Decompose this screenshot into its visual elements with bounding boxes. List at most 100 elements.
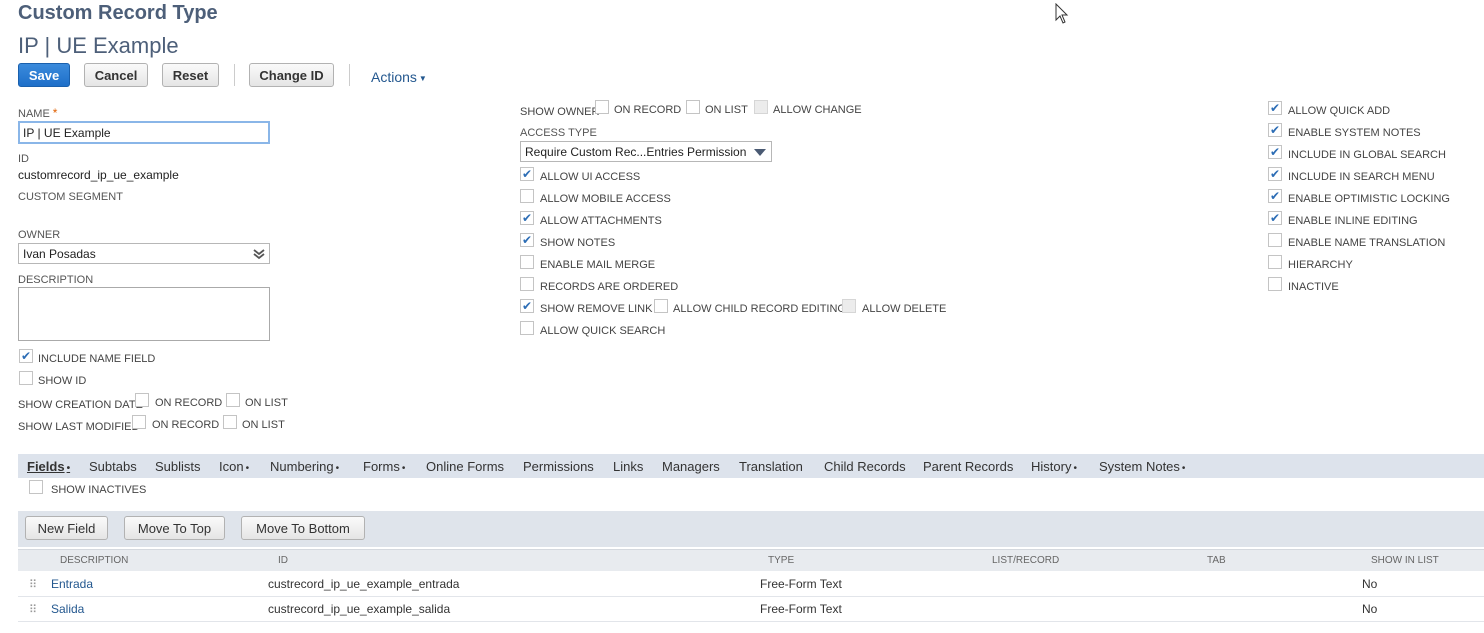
show-notes-label: SHOW NOTES	[540, 237, 616, 249]
allow-delete-checkbox[interactable]	[842, 299, 856, 313]
allow-ui-access-checkbox[interactable]: ✔	[520, 167, 534, 181]
sublist-toolbar	[18, 511, 1484, 547]
column-header-show-in-list[interactable]: SHOW IN LIST	[1371, 555, 1439, 566]
allow-delete-label: ALLOW DELETE	[862, 303, 947, 315]
tab-child-records[interactable]: Child Records	[824, 459, 906, 474]
creation-on-list-checkbox[interactable]	[226, 393, 240, 407]
row-description-link[interactable]: Salida	[51, 602, 84, 616]
tab-parent-records[interactable]: Parent Records	[923, 459, 1013, 474]
tab-icon[interactable]: Icon •	[219, 459, 249, 474]
table-row[interactable]: ⠿ Entrada custrecord_ip_ue_example_entra…	[18, 572, 1484, 597]
cancel-button[interactable]: Cancel	[84, 63, 148, 87]
change-id-button[interactable]: Change ID	[249, 63, 334, 87]
owner-on-list-label: ON LIST	[705, 104, 748, 116]
tab-managers[interactable]: Managers	[662, 459, 720, 474]
access-type-label: ACCESS TYPE	[520, 127, 597, 139]
include-in-search-menu-label: INCLUDE IN SEARCH MENU	[1288, 171, 1435, 183]
show-notes-checkbox[interactable]: ✔	[520, 233, 534, 247]
column-header-tab[interactable]: TAB	[1207, 555, 1226, 566]
show-remove-link-label: SHOW REMOVE LINK	[540, 303, 653, 315]
modified-on-list-checkbox[interactable]	[223, 415, 237, 429]
allow-attachments-checkbox[interactable]: ✔	[520, 211, 534, 225]
row-description-link[interactable]: Entrada	[51, 577, 93, 591]
id-label: ID	[18, 153, 29, 165]
tab-system-notes[interactable]: System Notes •	[1099, 459, 1185, 474]
include-in-global-search-label: INCLUDE IN GLOBAL SEARCH	[1288, 149, 1446, 161]
name-input[interactable]: IP | UE Example	[18, 121, 270, 144]
move-to-bottom-button[interactable]: Move To Bottom	[241, 516, 365, 540]
owner-on-record-checkbox[interactable]	[595, 100, 609, 114]
new-field-button[interactable]: New Field	[25, 516, 108, 540]
tab-online-forms[interactable]: Online Forms	[426, 459, 504, 474]
allow-mobile-access-checkbox[interactable]	[520, 189, 534, 203]
id-value: customrecord_ip_ue_example	[18, 168, 179, 182]
access-type-select[interactable]: Require Custom Rec...Entries Permission	[520, 141, 772, 162]
owner-allow-change-checkbox[interactable]	[754, 100, 768, 114]
column-header-type[interactable]: TYPE	[768, 555, 794, 566]
column-header-description[interactable]: DESCRIPTION	[60, 555, 128, 566]
name-field-label: NAME *	[18, 106, 58, 120]
row-id: custrecord_ip_ue_example_salida	[268, 602, 451, 616]
modified-on-record-checkbox[interactable]	[132, 415, 146, 429]
tab-indicator-dot: •	[401, 463, 406, 474]
row-type: Free-Form Text	[760, 577, 842, 591]
description-textarea[interactable]	[18, 287, 270, 341]
allow-quick-add-checkbox[interactable]: ✔	[1268, 101, 1282, 115]
actions-menu[interactable]: Actions ▼	[371, 69, 427, 85]
drag-handle-icon[interactable]: ⠿	[29, 603, 37, 616]
tab-subtabs[interactable]: Subtabs	[89, 459, 137, 474]
toolbar-divider	[234, 64, 235, 86]
enable-mail-merge-checkbox[interactable]	[520, 255, 534, 269]
include-in-global-search-checkbox[interactable]: ✔	[1268, 145, 1282, 159]
enable-inline-editing-checkbox[interactable]: ✔	[1268, 211, 1282, 225]
caret-down-icon: ▼	[418, 73, 427, 83]
tab-indicator-dot: •	[1073, 463, 1077, 474]
allow-child-record-editing-label: ALLOW CHILD RECORD EDITING	[673, 303, 846, 315]
move-to-top-button[interactable]: Move To Top	[124, 516, 225, 540]
drag-handle-icon[interactable]: ⠿	[29, 578, 37, 591]
show-inactives-label: SHOW INACTIVES	[51, 484, 147, 496]
tab-permissions[interactable]: Permissions	[523, 459, 594, 474]
enable-name-translation-checkbox[interactable]	[1268, 233, 1282, 247]
owner-on-list-checkbox[interactable]	[686, 100, 700, 114]
show-remove-link-checkbox[interactable]: ✔	[520, 299, 534, 313]
modified-on-record-label: ON RECORD	[152, 419, 220, 431]
record-title: IP | UE Example	[18, 33, 179, 58]
owner-label: OWNER	[18, 229, 61, 241]
enable-system-notes-checkbox[interactable]: ✔	[1268, 123, 1282, 137]
column-header-id[interactable]: ID	[278, 555, 288, 566]
toolbar-divider	[349, 64, 350, 86]
owner-on-record-label: ON RECORD	[614, 104, 682, 116]
allow-quick-search-checkbox[interactable]	[520, 321, 534, 335]
records-are-ordered-checkbox[interactable]	[520, 277, 534, 291]
hierarchy-checkbox[interactable]	[1268, 255, 1282, 269]
table-row[interactable]: ⠿ Salida custrecord_ip_ue_example_salida…	[18, 597, 1484, 622]
column-header-list-record[interactable]: LIST/RECORD	[992, 555, 1059, 566]
tab-translation[interactable]: Translation	[739, 459, 803, 474]
tab-numbering[interactable]: Numbering •	[270, 459, 339, 474]
tab-fields[interactable]: Fields •	[27, 459, 70, 474]
owner-select[interactable]: Ivan Posadas	[18, 243, 270, 264]
save-button[interactable]: Save	[18, 63, 70, 87]
allow-child-record-editing-checkbox[interactable]	[654, 299, 668, 313]
enable-system-notes-label: ENABLE SYSTEM NOTES	[1288, 127, 1421, 139]
row-id: custrecord_ip_ue_example_entrada	[268, 577, 460, 591]
inactive-checkbox[interactable]	[1268, 277, 1282, 291]
show-inactives-checkbox[interactable]	[29, 480, 43, 494]
reset-button[interactable]: Reset	[162, 63, 219, 87]
tab-sublists[interactable]: Sublists	[155, 459, 201, 474]
enable-inline-editing-label: ENABLE INLINE EDITING	[1288, 215, 1418, 227]
include-name-field-checkbox[interactable]: ✔	[19, 349, 33, 363]
creation-on-record-checkbox[interactable]	[135, 393, 149, 407]
tab-indicator-dot: •	[335, 463, 340, 474]
page-type-title: Custom Record Type	[18, 2, 218, 24]
enable-optimistic-locking-checkbox[interactable]: ✔	[1268, 189, 1282, 203]
enable-name-translation-label: ENABLE NAME TRANSLATION	[1288, 237, 1446, 249]
tab-links[interactable]: Links	[613, 459, 643, 474]
tab-history[interactable]: History •	[1031, 459, 1077, 474]
show-id-checkbox[interactable]	[19, 371, 33, 385]
creation-on-list-label: ON LIST	[245, 397, 288, 409]
row-type: Free-Form Text	[760, 602, 842, 616]
tab-forms[interactable]: Forms •	[363, 459, 405, 474]
include-in-search-menu-checkbox[interactable]: ✔	[1268, 167, 1282, 181]
